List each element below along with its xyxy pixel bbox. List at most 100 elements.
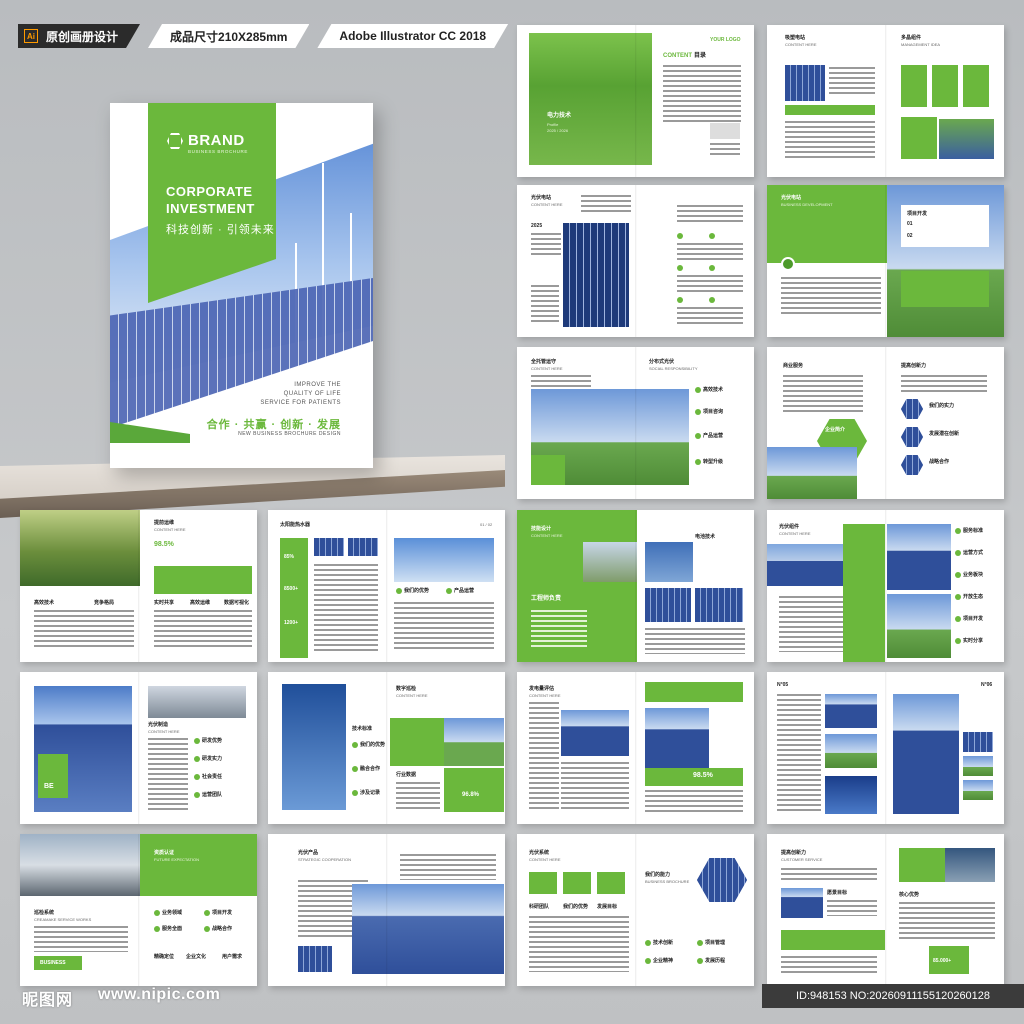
list-item: 精确定位 bbox=[154, 954, 175, 960]
bullet-icon bbox=[194, 738, 200, 744]
spread-photo bbox=[785, 65, 825, 101]
spread-photo bbox=[945, 848, 995, 882]
text-block bbox=[34, 610, 134, 650]
list-item: 发展历程 bbox=[705, 958, 726, 964]
text-block bbox=[677, 275, 743, 293]
list-item: 服务全面 bbox=[162, 926, 183, 932]
image-id-bar: ID:948153 NO:20260911155120260128 bbox=[762, 984, 1024, 1008]
bullet-icon bbox=[396, 588, 402, 594]
spread-16: 光伏产品 STRATEGIC COOPERATION bbox=[268, 834, 505, 986]
design-tag-label: 原创画册设计 bbox=[46, 29, 119, 44]
text-block bbox=[529, 702, 559, 812]
text-block bbox=[829, 67, 875, 97]
spread-14: N°05 N°06 bbox=[767, 672, 1004, 824]
text-block bbox=[529, 916, 629, 972]
list-item: 产品运营 bbox=[454, 588, 475, 594]
spread-sub: Profile bbox=[547, 122, 559, 127]
spread-4: 光伏电站 BUSINESS DEVELOPMENT 项目开发 01 02 bbox=[767, 185, 1004, 337]
list-item: 实时分享 bbox=[963, 638, 984, 644]
green-card bbox=[901, 271, 989, 307]
spread-photo bbox=[767, 447, 857, 499]
bullet-icon bbox=[677, 233, 683, 239]
spread-sub: FUTURE EXPECTATION bbox=[154, 857, 199, 862]
spread-5: 全托管运守 CONTENT HERE 分布式光伏 SOCIAL RESPONSI… bbox=[517, 347, 754, 499]
spread-photo bbox=[645, 588, 691, 622]
spread-photo bbox=[645, 542, 693, 582]
spread-photo bbox=[695, 588, 743, 622]
badge-label: BUSINESS bbox=[40, 960, 66, 966]
spread-title: 提高创新力 bbox=[781, 850, 807, 856]
spread-sub: CONTENT HERE bbox=[154, 527, 186, 532]
bullet-icon bbox=[645, 958, 651, 964]
your-logo: YOUR LOGO bbox=[710, 37, 741, 43]
list-item: 融合合作 bbox=[360, 766, 381, 772]
percent-value: 98.5% bbox=[693, 772, 713, 779]
text-block bbox=[34, 926, 128, 952]
list-item: 科研团队 bbox=[529, 904, 550, 910]
list-item: 研发实力 bbox=[202, 756, 223, 762]
green-bar bbox=[781, 930, 885, 950]
spread-sub: CREAMAKE SERVICE WORKS bbox=[34, 917, 92, 922]
list-item: 实时共享 bbox=[154, 600, 175, 606]
spread-sub: STRATEGIC COOPERATION bbox=[298, 857, 351, 862]
list-item: 涉及记录 bbox=[360, 790, 381, 796]
spread-photo bbox=[887, 594, 951, 658]
spread-15: 巡检系统 CREAMAKE SERVICE WORKS BUSINESS 资质认… bbox=[20, 834, 257, 986]
card-title: 项目开发 bbox=[907, 211, 928, 217]
spread-7: 提前运维 CONTENT HERE 98.5% 高效技术 竞争格局 实时共享 高… bbox=[20, 510, 257, 662]
list-item: 高效运维 bbox=[190, 600, 211, 606]
green-card bbox=[444, 768, 504, 812]
text-block bbox=[531, 375, 591, 387]
spread-photo bbox=[352, 884, 504, 974]
spread-1: 电力技术 Profile 2025 / 2026 CONTENT 目录 YOUR… bbox=[517, 25, 754, 177]
green-card bbox=[901, 117, 937, 159]
bullet-icon bbox=[709, 297, 715, 303]
green-card bbox=[529, 872, 557, 894]
spread-photo bbox=[825, 776, 877, 814]
bullet-icon bbox=[194, 774, 200, 780]
spread-photo bbox=[298, 946, 332, 972]
spread-17: 光伏系统 CONTENT HERE 科研团队 我们的优势 发展目标 我们的能力 … bbox=[517, 834, 754, 986]
hexagon-photo bbox=[901, 427, 923, 447]
spread-title: 光伏系统 bbox=[529, 850, 550, 856]
percent-value: 96.8% bbox=[462, 792, 480, 798]
nipic-url[interactable]: www.nipic.com bbox=[98, 986, 220, 1004]
list-item: 愿景目标 bbox=[827, 890, 848, 896]
list-item: 发展目标 bbox=[597, 904, 618, 910]
text-block bbox=[783, 375, 863, 415]
bullet-icon bbox=[154, 926, 160, 932]
year-label: 2025 bbox=[531, 223, 543, 229]
green-bar bbox=[645, 682, 743, 702]
bullet-icon bbox=[697, 940, 703, 946]
spread-title: 提前运维 bbox=[154, 520, 175, 526]
section-number: N°06 bbox=[981, 682, 993, 688]
bullet-icon bbox=[955, 616, 961, 622]
tag-label: BE bbox=[44, 783, 54, 790]
spread-title: 发电量评估 bbox=[529, 686, 555, 692]
bullet-icon bbox=[154, 910, 160, 916]
bullet-icon bbox=[352, 790, 358, 796]
spread-title: 巡检系统 bbox=[34, 910, 55, 916]
text-block bbox=[531, 610, 587, 650]
cover-sub-2: NEW BUSINESS BROCHURE DESIGN bbox=[238, 431, 341, 437]
software-tag: Adobe Illustrator CC 2018 bbox=[317, 24, 508, 48]
spread-photo bbox=[314, 538, 344, 556]
section-label: 工程师负责 bbox=[531, 596, 562, 602]
green-card bbox=[899, 848, 945, 882]
hexagon-photo bbox=[901, 399, 923, 419]
bullet-icon bbox=[955, 550, 961, 556]
list-item: 项目咨询 bbox=[703, 409, 724, 415]
green-band bbox=[154, 566, 252, 594]
text-block bbox=[781, 956, 877, 976]
spread-photo bbox=[444, 718, 504, 766]
text-block bbox=[899, 902, 995, 942]
text-block bbox=[677, 205, 743, 225]
spread-title: 商业服务 bbox=[783, 363, 804, 369]
contents-list bbox=[663, 65, 741, 123]
green-column bbox=[843, 524, 885, 662]
text-block bbox=[561, 762, 629, 812]
bullet-icon bbox=[677, 297, 683, 303]
list-item: 发展潜在创新 bbox=[929, 431, 960, 437]
spread-photo bbox=[561, 710, 629, 756]
green-card bbox=[901, 65, 927, 107]
